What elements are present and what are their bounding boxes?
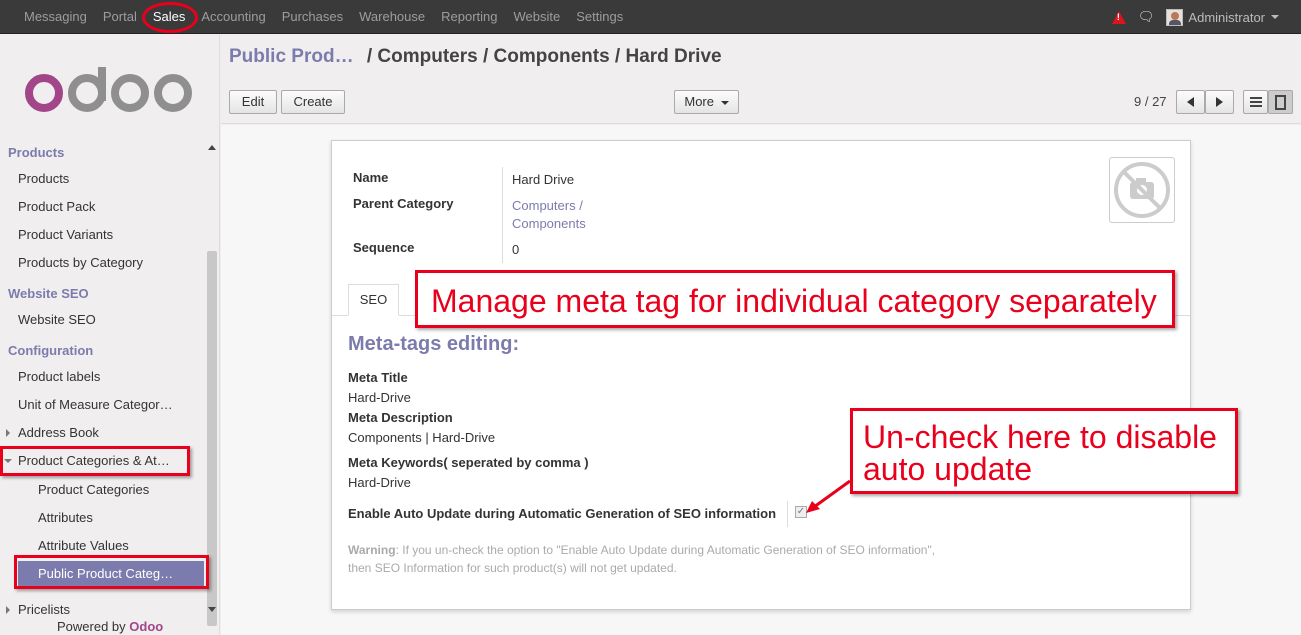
- menu-sales[interactable]: Sales: [145, 0, 194, 34]
- create-button[interactable]: Create: [281, 90, 345, 114]
- user-name: Administrator: [1188, 9, 1265, 25]
- form-view: Name Hard Drive Parent Category Computer…: [221, 125, 1301, 635]
- section-products: Products: [8, 145, 65, 160]
- meta-title-value: Hard-Drive: [348, 390, 411, 405]
- callout-meta-tag-text: Manage meta tag for individual category …: [431, 283, 1157, 319]
- sidebar-item-pricelists[interactable]: Pricelists: [18, 602, 70, 617]
- menu-reporting[interactable]: Reporting: [433, 0, 505, 34]
- main-menu: Messaging Portal Sales Accounting Purcha…: [16, 0, 631, 34]
- warning-body: : If you un-check the option to "Enable …: [395, 543, 936, 557]
- sidebar-item-address-book[interactable]: Address Book: [18, 425, 99, 440]
- sidebar-item-public-product-categories[interactable]: Public Product Categ…: [18, 561, 204, 587]
- edit-button[interactable]: Edit: [229, 90, 277, 114]
- expand-icon[interactable]: [6, 429, 10, 437]
- meta-keywords-value: Hard-Drive: [348, 475, 411, 490]
- arrow-left-icon: [1187, 97, 1194, 107]
- sidebar-item-product-categories-attributes[interactable]: Product Categories & At…: [18, 453, 170, 468]
- topbar-right: 🗨 Administrator: [1111, 0, 1279, 34]
- arrow-right-icon: [1216, 97, 1223, 107]
- expand-icon[interactable]: [6, 606, 10, 614]
- sidebar-item-product-categories[interactable]: Product Categories: [38, 482, 149, 497]
- previous-button[interactable]: [1176, 90, 1205, 114]
- parent-category-link[interactable]: Computers /: [512, 198, 583, 213]
- menu-portal[interactable]: Portal: [95, 0, 145, 34]
- parent-category-link-2[interactable]: Components: [512, 216, 586, 231]
- menu-website[interactable]: Website: [506, 0, 569, 34]
- callout-auto-update-line2: auto update: [863, 451, 1033, 487]
- menu-accounting[interactable]: Accounting: [193, 0, 273, 34]
- menu-settings[interactable]: Settings: [568, 0, 631, 34]
- sidebar-item-product-variants[interactable]: Product Variants: [18, 227, 113, 242]
- powered-by: Powered by Odoo: [57, 619, 163, 634]
- warning-body-2: then SEO Information for such product(s)…: [348, 561, 677, 575]
- chevron-down-icon[interactable]: [1271, 15, 1279, 19]
- sidebar-item-products[interactable]: Products: [18, 171, 69, 186]
- sidebar-item-products-by-category[interactable]: Products by Category: [18, 255, 143, 270]
- warning-label: Warning: [348, 543, 396, 557]
- breadcrumb-current: / Computers / Components / Hard Drive: [366, 46, 722, 67]
- form-view-button[interactable]: [1268, 90, 1293, 114]
- breadcrumb: Public Prod… / Computers / Components / …: [229, 46, 722, 68]
- warning-icon[interactable]: [1111, 10, 1126, 24]
- meta-title-label: Meta Title: [348, 370, 408, 385]
- collapse-icon[interactable]: [4, 459, 12, 463]
- sidebar-item-product-pack[interactable]: Product Pack: [18, 199, 95, 214]
- scroll-down-icon[interactable]: [208, 607, 216, 612]
- user-menu[interactable]: Administrator: [1166, 8, 1265, 26]
- callout-arrow: [806, 479, 851, 513]
- meta-heading: Meta-tags editing:: [348, 333, 520, 355]
- field-divider: [502, 167, 503, 263]
- next-button[interactable]: [1205, 90, 1234, 114]
- field-divider: [787, 501, 788, 527]
- no-photo-icon: [1114, 162, 1170, 218]
- callout-auto-update-line1: Un-check here to disable: [863, 419, 1217, 455]
- breadcrumb-parent[interactable]: Public Prod…: [229, 46, 354, 67]
- list-icon: [1249, 97, 1262, 107]
- meta-description-label: Meta Description: [348, 410, 453, 425]
- chat-icon[interactable]: 🗨: [1138, 9, 1155, 25]
- meta-keywords-label: Meta Keywords( seperated by comma ): [348, 455, 589, 470]
- sidebar-scrollbar[interactable]: [207, 251, 217, 626]
- more-button[interactable]: More: [674, 90, 739, 114]
- more-label: More: [684, 94, 714, 109]
- sidebar-item-label: Public Product Categ…: [38, 566, 174, 581]
- image-placeholder[interactable]: [1109, 157, 1175, 223]
- sidebar-item-attribute-values[interactable]: Attribute Values: [38, 538, 129, 553]
- form-view-icon: [1275, 95, 1286, 110]
- menu-purchases[interactable]: Purchases: [274, 0, 351, 34]
- powered-by-brand[interactable]: Odoo: [129, 619, 163, 634]
- control-panel: Public Prod… / Computers / Components / …: [221, 35, 1301, 124]
- section-configuration: Configuration: [8, 343, 94, 358]
- form-sheet: Name Hard Drive Parent Category Computer…: [331, 140, 1191, 610]
- odoo-logo: [25, 67, 192, 112]
- tab-seo[interactable]: SEO: [348, 284, 399, 316]
- section-website-seo: Website SEO: [8, 286, 89, 301]
- sequence-label: Sequence: [353, 240, 415, 255]
- top-navbar: Messaging Portal Sales Accounting Purcha…: [0, 0, 1301, 34]
- menu-messaging[interactable]: Messaging: [16, 0, 95, 34]
- scroll-up-icon[interactable]: [208, 145, 216, 150]
- name-label: Name: [353, 170, 389, 185]
- list-view-button[interactable]: [1243, 90, 1268, 114]
- auto-update-label: Enable Auto Update during Automatic Gene…: [348, 506, 777, 521]
- pager-value: 9 / 27: [1134, 94, 1167, 109]
- sidebar-item-attributes[interactable]: Attributes: [38, 510, 93, 525]
- warning-text: Warning: If you un-check the option to "…: [348, 541, 1028, 577]
- sidebar-item-product-labels[interactable]: Product labels: [18, 369, 100, 384]
- sidebar-item-website-seo[interactable]: Website SEO: [18, 312, 96, 327]
- name-value: Hard Drive: [512, 172, 575, 187]
- avatar: [1166, 8, 1184, 26]
- sidebar: Products Products Product Pack Product V…: [0, 35, 220, 635]
- sidebar-item-uom-categories[interactable]: Unit of Measure Categor…: [18, 397, 173, 412]
- parent-category-label: Parent Category: [353, 196, 454, 211]
- menu-warehouse[interactable]: Warehouse: [351, 0, 433, 34]
- chevron-down-icon: [720, 100, 729, 105]
- sequence-value: 0: [512, 242, 520, 257]
- meta-description-value: Components | Hard-Drive: [348, 430, 496, 445]
- powered-by-label: Powered by: [57, 619, 126, 634]
